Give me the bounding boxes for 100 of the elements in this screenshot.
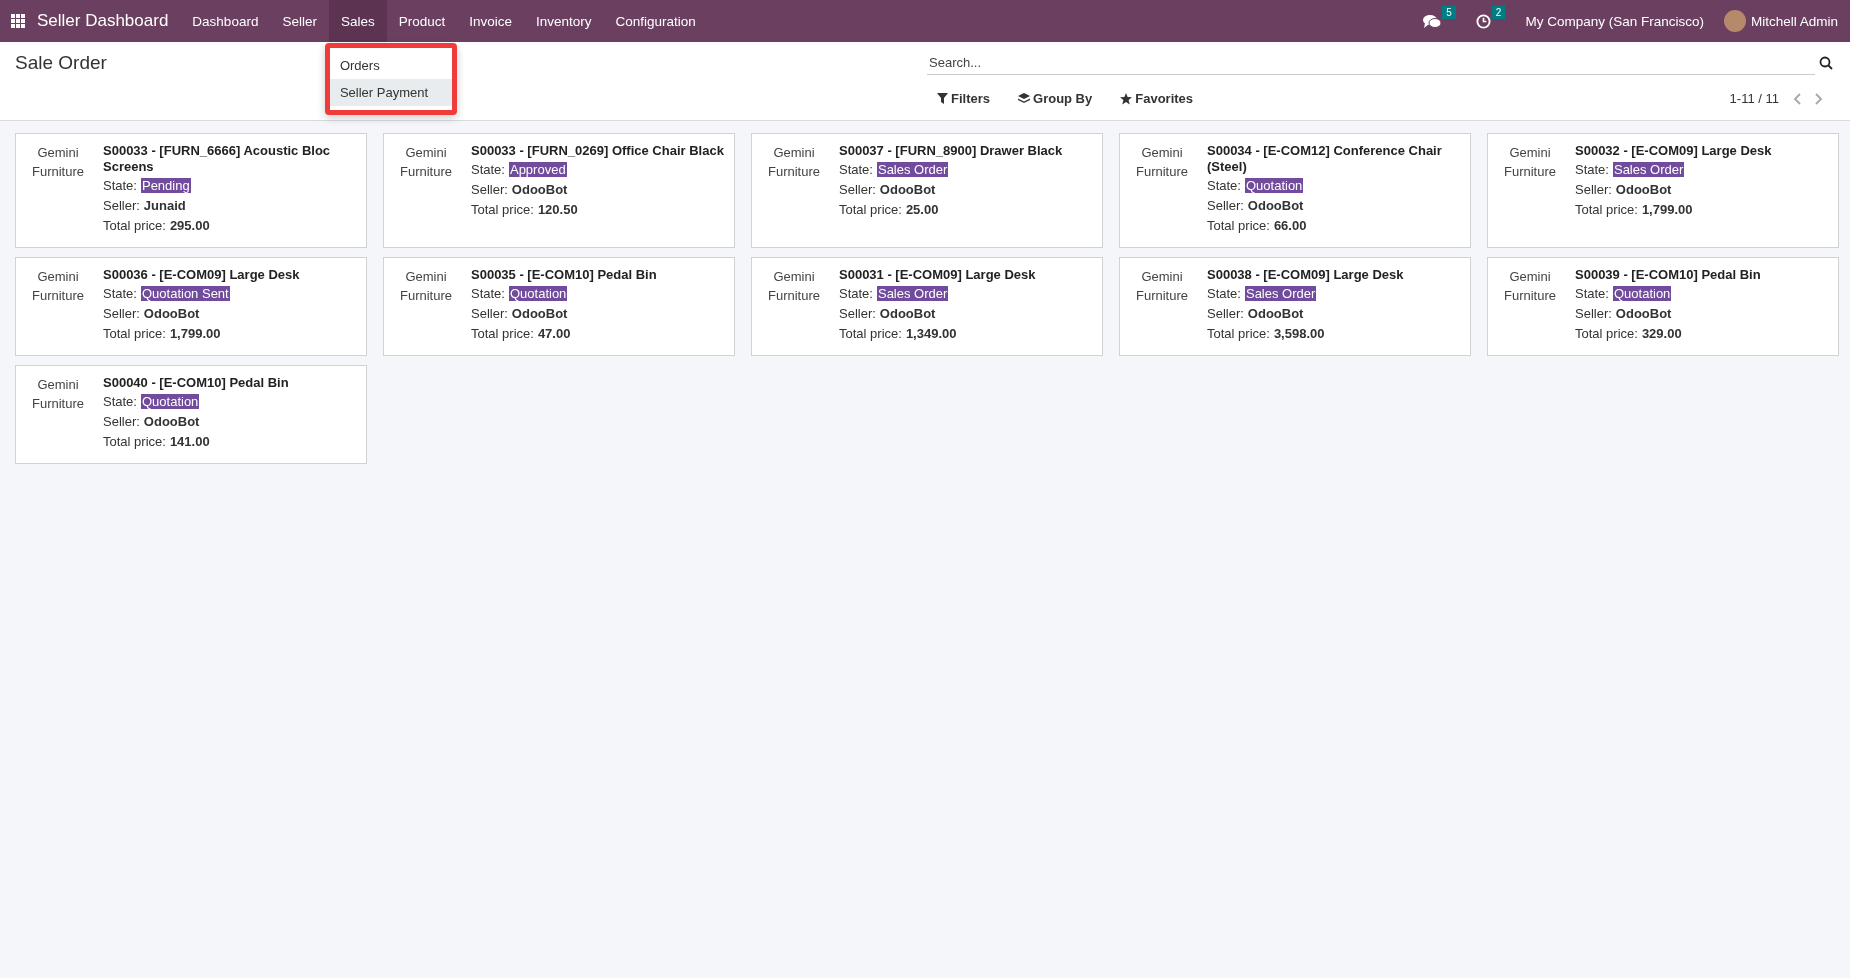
state-value: Sales Order <box>876 286 949 301</box>
state-label: State: <box>471 162 505 177</box>
search-icon[interactable] <box>1819 55 1833 70</box>
activity-count-badge: 2 <box>1491 5 1506 19</box>
order-title: S00037 - [FURN_8900] Drawer Black <box>839 143 1063 159</box>
state-label: State: <box>839 286 873 301</box>
order-card[interactable]: Gemini Furniture S00034 - [E-COM12] Conference Chair (Steel) State: Quotation Seller: OdooBot Total price: 66.00 <box>1119 133 1471 248</box>
price-label: Total price: <box>1575 202 1638 217</box>
state-label: State: <box>471 286 505 301</box>
order-card[interactable]: Gemini Furniture S00037 - [FURN_8900] Drawer Black State: Sales Order Seller: OdooBot Total price: 25.00 <box>751 133 1103 248</box>
company-name: Gemini Furniture <box>31 268 85 305</box>
order-card[interactable]: Gemini Furniture S00040 - [E-COM10] Pedal Bin State: Quotation Seller: OdooBot Total price: 141.00 <box>15 365 367 464</box>
seller-label: Seller: <box>471 306 508 321</box>
state-value: Pending <box>140 178 191 193</box>
order-card[interactable]: Gemini Furniture S00031 - [E-COM09] Large Desk State: Sales Order Seller: OdooBot Total price: 1,349.00 <box>751 257 1103 356</box>
order-card[interactable]: Gemini Furniture S00032 - [E-COM09] Large Desk State: Sales Order Seller: OdooBot Total price: 1,799.00 <box>1487 133 1839 248</box>
clock-icon[interactable] <box>1475 13 1491 29</box>
price-label: Total price: <box>103 326 166 341</box>
order-card[interactable]: Gemini Furniture S00036 - [E-COM09] Large Desk State: Quotation Sent Seller: OdooBot Total price: 1,799.00 <box>15 257 367 356</box>
dropdown-item[interactable]: Seller Payment <box>329 79 452 106</box>
seller-value: OdooBot <box>143 306 200 321</box>
company-name: Gemini Furniture <box>399 268 453 305</box>
price-label: Total price: <box>839 326 902 341</box>
order-card[interactable]: Gemini Furniture S00033 - [FURN_6666] Acoustic Bloc Screens State: Pending Seller: Junaid Total price: 295.00 <box>15 133 367 248</box>
price-label: Total price: <box>471 326 534 341</box>
search-field[interactable]: Search... <box>927 50 1815 75</box>
company-switcher[interactable]: My Company (San Francisco) <box>1525 13 1704 29</box>
price-value: 329.00 <box>1641 326 1682 341</box>
state-value: Quotation Sent <box>140 286 230 301</box>
menu-item[interactable]: Seller <box>270 0 329 42</box>
state-value: Approved <box>508 162 567 177</box>
price-value: 1,799.00 <box>169 326 221 341</box>
seller-label: Seller: <box>1207 198 1244 213</box>
order-title: S00032 - [E-COM09] Large Desk <box>1575 143 1772 159</box>
group-by-button[interactable]: Group By <box>1018 91 1093 106</box>
order-card[interactable]: Gemini Furniture S00038 - [E-COM09] Large Desk State: Sales Order Seller: OdooBot Total price: 3,598.00 <box>1119 257 1471 356</box>
order-title: S00034 - [E-COM12] Conference Chair (Steel) <box>1207 143 1443 175</box>
order-title: S00036 - [E-COM09] Large Desk <box>103 267 300 283</box>
seller-value: OdooBot <box>1247 306 1304 321</box>
seller-value: OdooBot <box>143 414 200 429</box>
price-label: Total price: <box>839 202 902 217</box>
menu-item[interactable]: Invoice <box>457 0 524 42</box>
state-label: State: <box>1575 286 1609 301</box>
order-title: S00039 - [E-COM10] Pedal Bin <box>1575 267 1761 283</box>
seller-label: Seller: <box>839 306 876 321</box>
order-card[interactable]: Gemini Furniture S00039 - [E-COM10] Pedal Bin State: Quotation Seller: OdooBot Total price: 329.00 <box>1487 257 1839 356</box>
company-name: Gemini Furniture <box>31 144 85 181</box>
seller-value: OdooBot <box>511 306 568 321</box>
menu-item[interactable]: Product <box>386 0 458 42</box>
seller-value: OdooBot <box>1247 198 1304 213</box>
filters-button[interactable]: Filters <box>937 91 990 106</box>
dropdown-item[interactable]: Orders <box>329 52 452 79</box>
price-label: Total price: <box>1207 326 1270 341</box>
price-value: 1,799.00 <box>1641 202 1693 217</box>
seller-label: Seller: <box>103 414 140 429</box>
state-value: Quotation <box>1612 286 1672 301</box>
company-name: Gemini Furniture <box>1503 144 1557 181</box>
price-label: Total price: <box>471 202 534 217</box>
company-name: Gemini Furniture <box>31 376 85 413</box>
state-label: State: <box>103 286 137 301</box>
seller-label: Seller: <box>1575 182 1612 197</box>
star-icon <box>1120 92 1133 105</box>
price-value: 3,598.00 <box>1273 326 1325 341</box>
order-title: S00033 - [FURN_6666] Acoustic Bloc Screens <box>103 143 332 175</box>
state-value: Quotation <box>140 394 200 409</box>
chat-icon[interactable] <box>1423 13 1442 29</box>
order-card[interactable]: Gemini Furniture S00035 - [E-COM10] Pedal Bin State: Quotation Seller: OdooBot Total price: 47.00 <box>383 257 735 356</box>
seller-label: Seller: <box>839 182 876 197</box>
app-title[interactable]: Seller Dashboard <box>37 11 169 31</box>
company-name: Gemini Furniture <box>1503 268 1557 305</box>
order-card[interactable]: Gemini Furniture S00033 - [FURN_0269] Office Chair Black State: Approved Seller: OdooBot Total price: 120.50 <box>383 133 735 248</box>
price-value: 120.50 <box>537 202 578 217</box>
seller-value: OdooBot <box>511 182 568 197</box>
price-value: 66.00 <box>1273 218 1307 233</box>
company-name: Gemini Furniture <box>1135 268 1189 305</box>
seller-value: OdooBot <box>879 182 936 197</box>
menu-item[interactable]: Sales <box>328 0 387 42</box>
menu-item[interactable]: Inventory <box>524 0 604 42</box>
message-count-badge: 5 <box>1442 5 1456 19</box>
order-title: S00035 - [E-COM10] Pedal Bin <box>471 267 657 283</box>
avatar-icon[interactable] <box>1723 10 1746 32</box>
price-label: Total price: <box>103 434 166 449</box>
state-value: Sales Order <box>1244 286 1317 301</box>
state-value: Sales Order <box>876 162 949 177</box>
favorites-button[interactable]: Favorites <box>1120 91 1194 106</box>
menu-item[interactable]: Dashboard <box>180 0 271 42</box>
seller-label: Seller: <box>1207 306 1244 321</box>
state-label: State: <box>1575 162 1609 177</box>
menu-item[interactable]: Configuration <box>603 0 708 42</box>
seller-label: Seller: <box>471 182 508 197</box>
state-label: State: <box>103 394 137 409</box>
page-title: Sale Order <box>15 52 107 73</box>
pager-value[interactable]: 1-11 / 11 <box>1729 91 1779 106</box>
apps-grid-icon[interactable] <box>11 14 25 28</box>
state-value: Quotation <box>508 286 568 301</box>
company-name: Gemini Furniture <box>1135 144 1189 181</box>
seller-label: Seller: <box>1575 306 1612 321</box>
state-label: State: <box>839 162 873 177</box>
state-value: Quotation <box>1244 178 1304 193</box>
user-name[interactable]: Mitchell Admin <box>1750 13 1838 29</box>
